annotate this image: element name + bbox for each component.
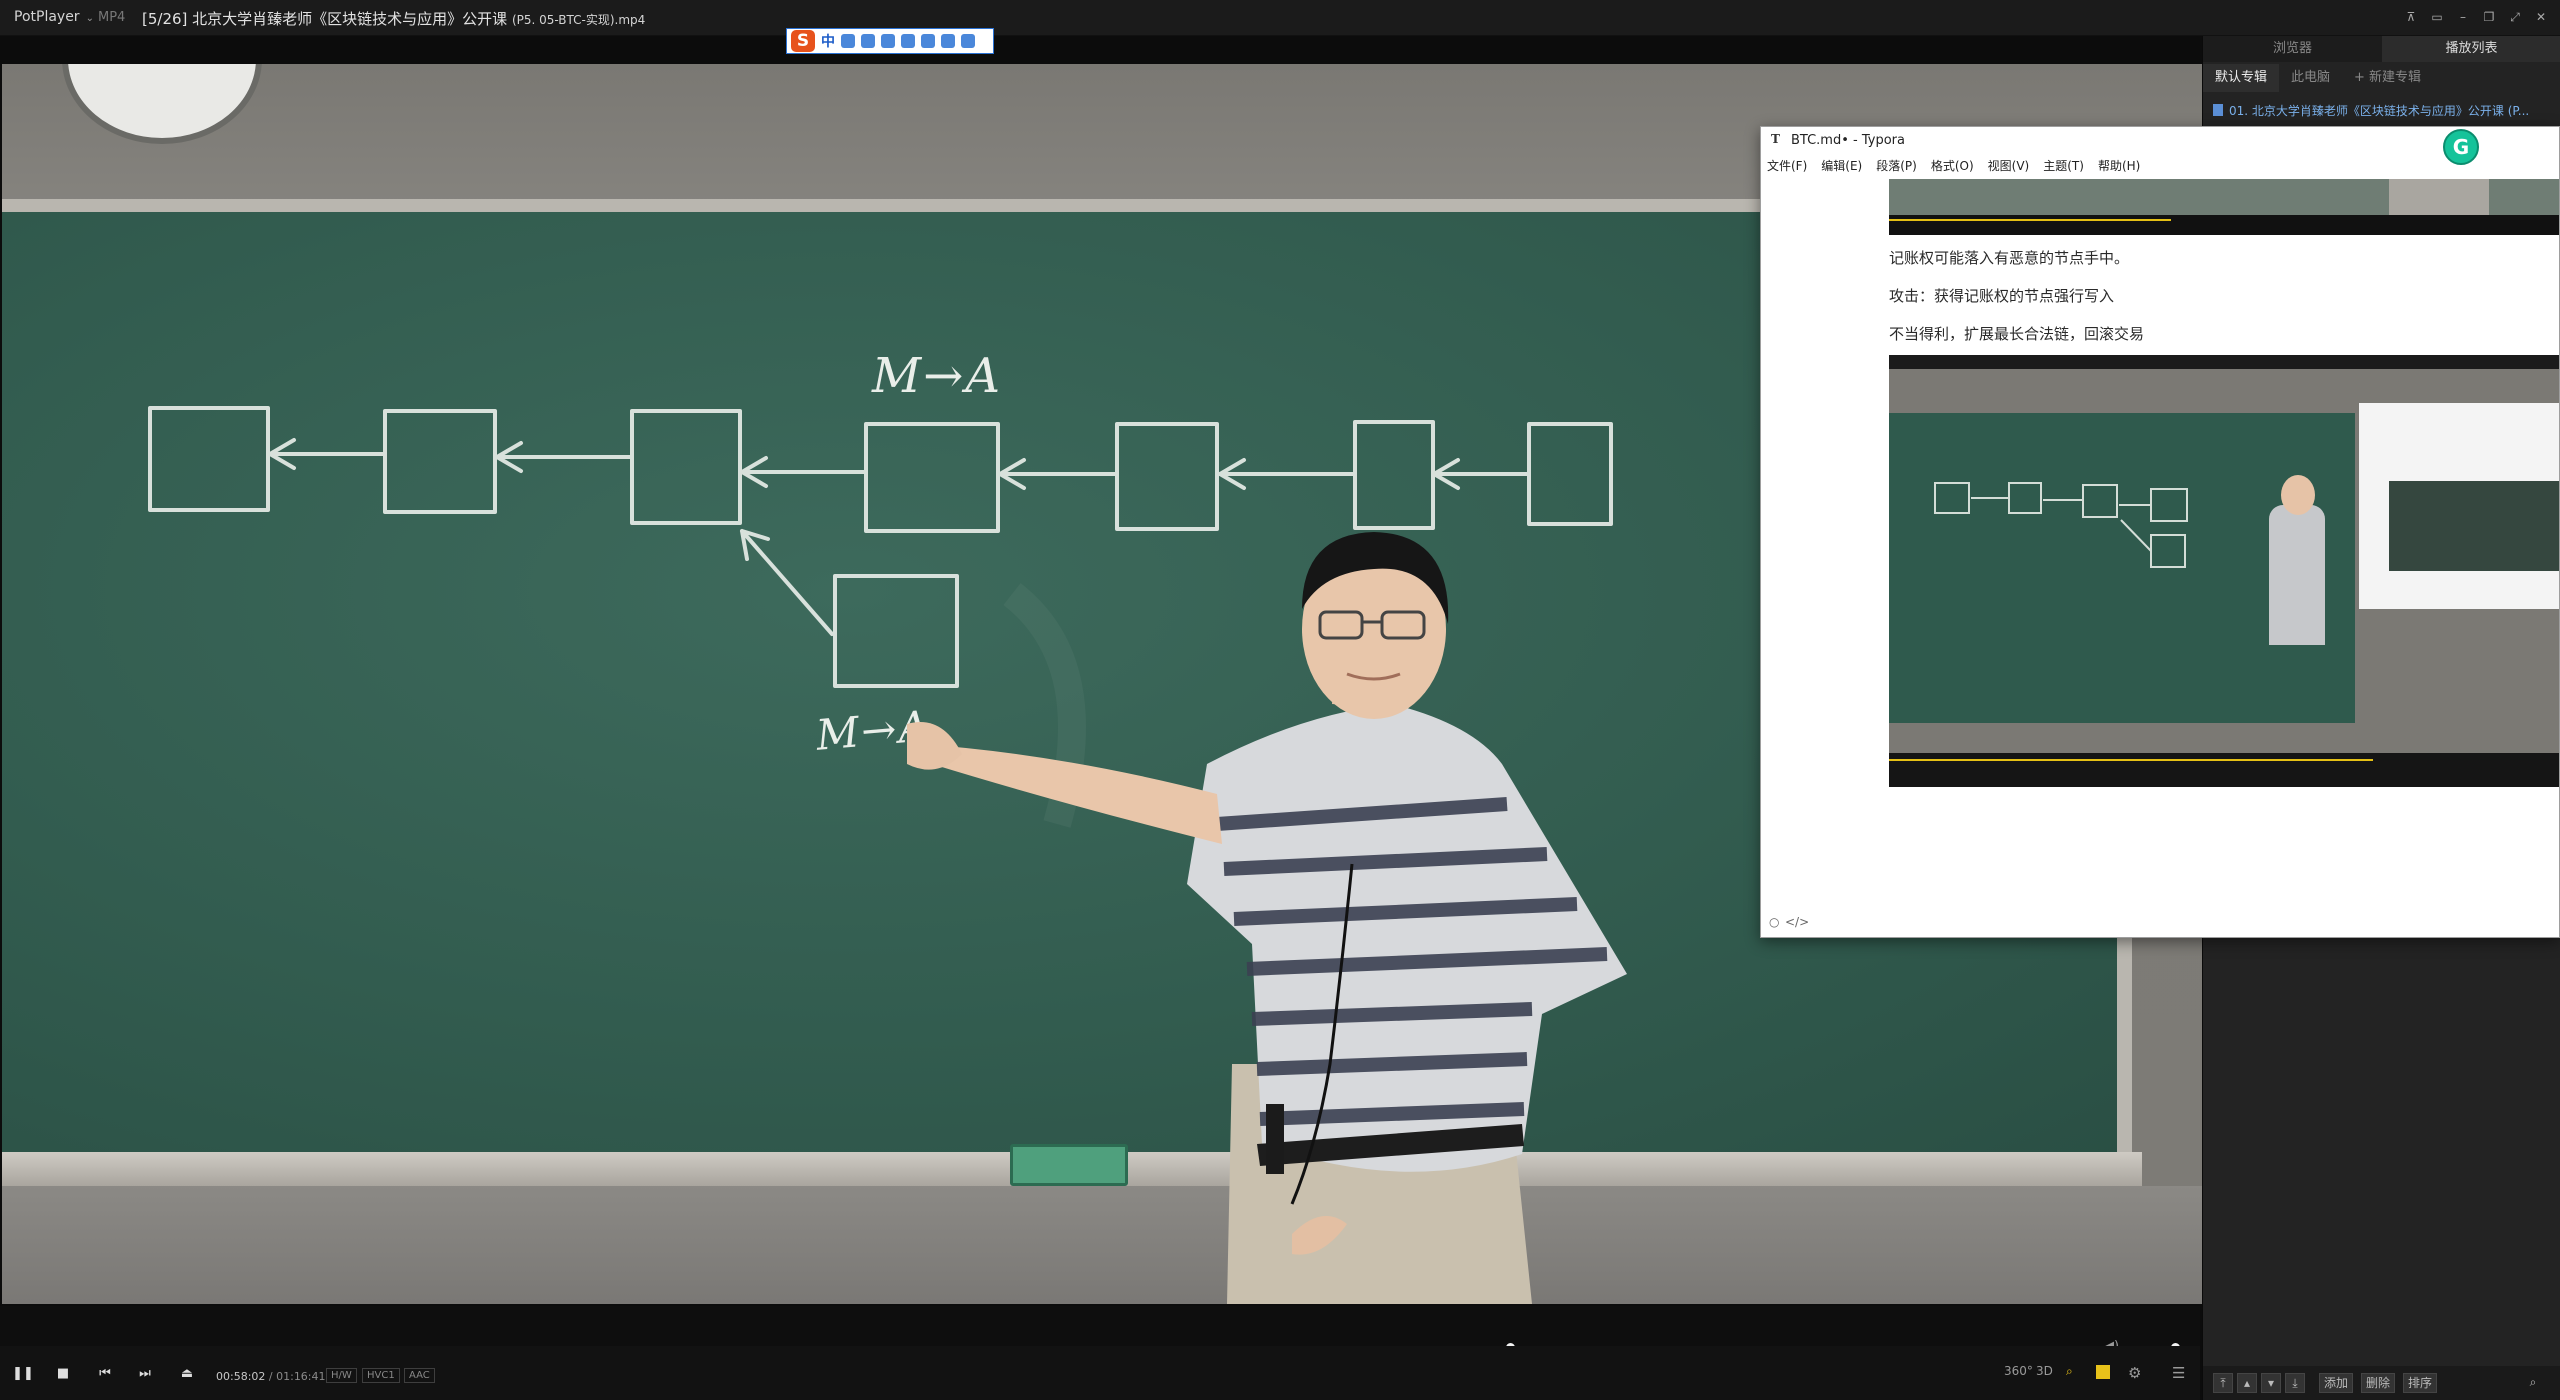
playlist-item-label: 01. 北京大学肖臻老师《区块链技术与应用》公开课 (P... bbox=[2229, 104, 2530, 118]
typora-status-bar: ○ </> bbox=[1761, 907, 2559, 937]
app-name: PotPlayer bbox=[14, 9, 80, 25]
add-button[interactable]: 添加 bbox=[2319, 1373, 2354, 1393]
minimize-icon[interactable]: – bbox=[2452, 6, 2474, 28]
vr-360-button[interactable]: 360° bbox=[2004, 1364, 2033, 1378]
fullscreen-icon[interactable]: ⤢ bbox=[2504, 6, 2526, 28]
audio-badge[interactable]: AAC bbox=[404, 1368, 435, 1383]
menu-file[interactable]: 文件(F) bbox=[1767, 157, 1807, 177]
menu-theme[interactable]: 主题(T) bbox=[2043, 157, 2084, 177]
typora-window[interactable]: T BTC.md• - Typora 文件(F) 编辑(E) 段落(P) 格式(… bbox=[1760, 126, 2560, 938]
menu-paragraph[interactable]: 段落(P) bbox=[1876, 157, 1917, 177]
panel-tabs: 浏览器 播放列表 bbox=[2203, 36, 2560, 62]
move-bottom-icon[interactable]: ⤓ bbox=[2285, 1373, 2305, 1393]
settings-gear-icon[interactable]: ⚙ bbox=[2128, 1364, 2141, 1382]
restore-icon[interactable]: ❐ bbox=[2478, 6, 2500, 28]
file-name: [5/26] 北京大学肖臻老师《区块链技术与应用》公开课 bbox=[142, 10, 512, 28]
skin-icon[interactable] bbox=[941, 34, 955, 48]
mic-icon[interactable] bbox=[881, 34, 895, 48]
embedded-screenshot-top bbox=[1889, 179, 2559, 235]
tab-playlist[interactable]: 播放列表 bbox=[2382, 36, 2560, 62]
keyboard-icon[interactable] bbox=[901, 34, 915, 48]
codec-badge[interactable]: HVC1 bbox=[362, 1368, 400, 1383]
typora-app-icon: T bbox=[1771, 132, 1780, 146]
paragraph[interactable]: 记账权可能落入有恶意的节点手中。 bbox=[1889, 247, 2129, 268]
emoji-icon[interactable] bbox=[861, 34, 875, 48]
outline-toggle-icon[interactable]: ○ bbox=[1769, 915, 1779, 929]
eject-button[interactable]: ⏏ bbox=[174, 1362, 200, 1384]
seek-area: ◀) bbox=[0, 1306, 2200, 1354]
album-tabs: 默认专辑 此电脑 + 新建专辑 bbox=[2203, 64, 2560, 92]
control-bar: ❚❚ ■ ⏮ ⏭ ⏏ 00:58:02 / 01:16:41 H/W HVC1 … bbox=[0, 1346, 2200, 1400]
window-controls: ⊼ ▭ – ❐ ⤢ ✕ bbox=[2400, 6, 2552, 28]
sogou-logo-icon: S bbox=[791, 30, 815, 52]
tab-new-album[interactable]: + 新建专辑 bbox=[2342, 64, 2433, 92]
next-button[interactable]: ⏭ bbox=[132, 1362, 158, 1384]
time-display: 00:58:02 / 01:16:41 bbox=[216, 1370, 326, 1383]
playlist-toolbar: ⤒ ▴ ▾ ⤓ 添加 删除 排序 ⌕ bbox=[2203, 1366, 2560, 1400]
menu-format[interactable]: 格式(O) bbox=[1931, 157, 1974, 177]
tab-default-album[interactable]: 默认专辑 bbox=[2203, 64, 2280, 92]
title-bar: PotPlayer ⌄ MP4 [5/26] 北京大学肖臻老师《区块链技术与应用》… bbox=[0, 0, 2560, 36]
ime-mode[interactable]: 中 bbox=[821, 31, 835, 51]
source-mode-icon[interactable]: </> bbox=[1785, 915, 1809, 929]
move-down-icon[interactable]: ▾ bbox=[2261, 1373, 2281, 1393]
current-time: 00:58:02 bbox=[216, 1370, 266, 1383]
paragraph[interactable]: 不当得利，扩展最长合法链，回滚交易 bbox=[1889, 323, 2144, 344]
hw-badge[interactable]: H/W bbox=[326, 1368, 357, 1383]
tab-browser[interactable]: 浏览器 bbox=[2203, 36, 2382, 62]
move-top-icon[interactable]: ⤒ bbox=[2213, 1373, 2233, 1393]
ime-toolbar[interactable]: S 中 bbox=[786, 28, 994, 54]
3d-button[interactable]: 3D bbox=[2036, 1364, 2053, 1378]
search-icon[interactable]: ⌕ bbox=[2523, 1373, 2543, 1393]
total-duration: 01:16:41 bbox=[276, 1370, 326, 1383]
subtitle-icon[interactable] bbox=[2096, 1365, 2110, 1379]
pause-button[interactable]: ❚❚ bbox=[10, 1362, 36, 1384]
close-icon[interactable]: ✕ bbox=[2530, 6, 2552, 28]
mini-mode-icon[interactable]: ▭ bbox=[2426, 6, 2448, 28]
grid-icon[interactable] bbox=[961, 34, 975, 48]
file-suffix: (P5. 05-BTC-实现).mp4 bbox=[511, 13, 646, 27]
zoom-icon[interactable]: ⌕ bbox=[2066, 1364, 2073, 1379]
menu-help[interactable]: 帮助(H) bbox=[2098, 157, 2140, 177]
delete-button[interactable]: 删除 bbox=[2361, 1373, 2396, 1393]
typora-menu-bar: 文件(F) 编辑(E) 段落(P) 格式(O) 视图(V) 主题(T) 帮助(H… bbox=[1761, 157, 2559, 177]
app-menu-button[interactable]: PotPlayer ⌄ bbox=[14, 9, 94, 25]
file-title: [5/26] 北京大学肖臻老师《区块链技术与应用》公开课 (P5. 05-BTC… bbox=[142, 8, 645, 29]
menu-edit[interactable]: 编辑(E) bbox=[1821, 157, 1862, 177]
grammarly-icon[interactable]: G bbox=[2443, 129, 2479, 165]
format-label: MP4 bbox=[98, 10, 126, 25]
move-up-icon[interactable]: ▴ bbox=[2237, 1373, 2257, 1393]
video-file-icon bbox=[2213, 104, 2223, 116]
playlist-item[interactable]: 01. 北京大学肖臻老师《区块链技术与应用》公开课 (P... bbox=[2213, 102, 2559, 119]
pin-icon[interactable]: ⊼ bbox=[2400, 6, 2422, 28]
previous-button[interactable]: ⏮ bbox=[92, 1362, 118, 1384]
chevron-down-icon: ⌄ bbox=[85, 13, 94, 24]
sort-button[interactable]: 排序 bbox=[2403, 1373, 2438, 1393]
typora-editor[interactable]: 记账权可能落入有恶意的节点手中。 攻击：获得记账权的节点强行写入 不当得利，扩展… bbox=[1761, 179, 2559, 909]
embedded-screenshot bbox=[1889, 355, 2559, 787]
stop-button[interactable]: ■ bbox=[50, 1362, 76, 1384]
typora-title-bar[interactable]: T BTC.md• - Typora bbox=[1761, 127, 2559, 153]
user-icon[interactable] bbox=[921, 34, 935, 48]
paragraph[interactable]: 攻击：获得记账权的节点强行写入 bbox=[1889, 285, 2114, 306]
playlist-menu-icon[interactable]: ☰ bbox=[2172, 1364, 2185, 1382]
punct-icon[interactable] bbox=[841, 34, 855, 48]
tab-this-pc[interactable]: 此电脑 bbox=[2279, 64, 2342, 92]
typora-title: BTC.md• - Typora bbox=[1791, 133, 1905, 148]
menu-view[interactable]: 视图(V) bbox=[1988, 157, 2030, 177]
